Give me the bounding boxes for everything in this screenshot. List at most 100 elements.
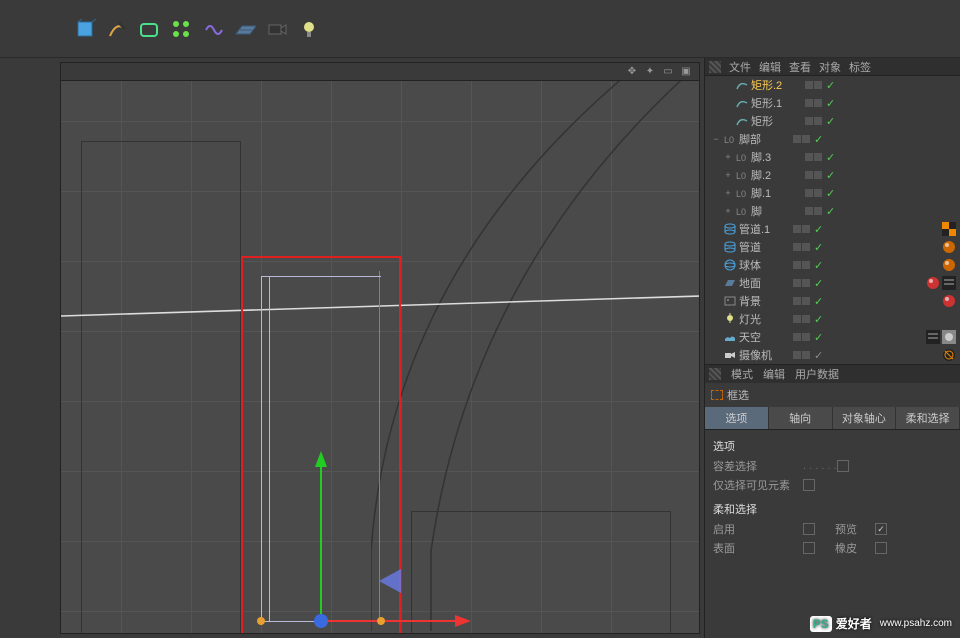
surface-checkbox[interactable] <box>803 542 815 554</box>
enable-check-icon[interactable]: ✓ <box>826 169 835 182</box>
obj-menu-edit[interactable]: 编辑 <box>759 59 781 75</box>
visibility-dots[interactable] <box>793 243 810 251</box>
vh-move-icon[interactable]: ✥ <box>625 65 639 79</box>
visibility-dots[interactable] <box>793 135 810 143</box>
enable-check-icon[interactable]: ✓ <box>826 115 835 128</box>
object-row[interactable]: 地面 ✓ <box>705 274 960 292</box>
object-row[interactable]: 天空 ✓ <box>705 328 960 346</box>
preview-checkbox[interactable]: ✓ <box>875 523 887 535</box>
visibility-dots[interactable] <box>805 171 822 179</box>
object-list[interactable]: 矩形.2 ✓ 矩形.1 ✓ 矩形 ✓ − L0 脚部 ✓ + L0 脚.3 ✓ … <box>705 76 960 364</box>
visibility-dots[interactable] <box>793 351 810 359</box>
object-tag[interactable] <box>942 330 956 344</box>
object-row[interactable]: 球体 ✓ <box>705 256 960 274</box>
enable-checkbox[interactable] <box>803 523 815 535</box>
enable-check-icon[interactable]: ✓ <box>814 295 823 308</box>
tool-floor[interactable] <box>230 14 260 44</box>
tool-nurbs[interactable] <box>134 14 164 44</box>
rubber-checkbox[interactable] <box>875 542 887 554</box>
viewport-header: ✥ ✦ ▭ ▣ <box>61 63 699 81</box>
object-tag[interactable] <box>942 240 956 254</box>
visibility-dots[interactable] <box>805 117 822 125</box>
enable-check-icon[interactable]: ✓ <box>826 79 835 92</box>
visibility-dots[interactable] <box>805 99 822 107</box>
attr-menu-edit[interactable]: 编辑 <box>763 366 785 382</box>
tolerance-checkbox[interactable] <box>837 460 849 472</box>
expand-toggle[interactable]: − <box>711 134 721 144</box>
enable-check-icon[interactable]: ✓ <box>814 349 823 362</box>
object-row[interactable]: 矩形.1 ✓ <box>705 94 960 112</box>
object-tag[interactable] <box>926 276 940 290</box>
object-type-icon <box>735 114 749 128</box>
visible-checkbox[interactable] <box>803 479 815 491</box>
surface-label: 表面 <box>713 540 803 556</box>
attr-tab[interactable]: 柔和选择 <box>896 407 960 429</box>
tool-cube[interactable] <box>70 14 100 44</box>
object-tag[interactable] <box>926 330 940 344</box>
visibility-dots[interactable] <box>793 261 810 269</box>
viewport[interactable] <box>61 81 699 633</box>
obj-menu-file[interactable]: 文件 <box>729 59 751 75</box>
enable-check-icon[interactable]: ✓ <box>814 241 823 254</box>
visibility-dots[interactable] <box>793 333 810 341</box>
tool-array[interactable] <box>166 14 196 44</box>
main-toolbar <box>0 0 960 58</box>
expand-toggle[interactable]: + <box>723 152 733 162</box>
visibility-dots[interactable] <box>805 81 822 89</box>
tool-light[interactable] <box>294 14 324 44</box>
visibility-dots[interactable] <box>793 297 810 305</box>
axis-gizmo[interactable] <box>311 441 471 633</box>
object-tag[interactable] <box>942 276 956 290</box>
attr-tab[interactable]: 选项 <box>705 407 769 429</box>
object-row[interactable]: 摄像机 ✓ <box>705 346 960 364</box>
expand-toggle[interactable]: + <box>723 170 733 180</box>
enable-check-icon[interactable]: ✓ <box>814 277 823 290</box>
enable-check-icon[interactable]: ✓ <box>826 151 835 164</box>
tool-deformer[interactable] <box>198 14 228 44</box>
enable-check-icon[interactable]: ✓ <box>814 133 823 146</box>
visibility-dots[interactable] <box>805 207 822 215</box>
object-row[interactable]: 背景 ✓ <box>705 292 960 310</box>
object-tag[interactable] <box>942 258 956 272</box>
object-row[interactable]: 矩形.2 ✓ <box>705 76 960 94</box>
enable-check-icon[interactable]: ✓ <box>814 313 823 326</box>
attr-menu-user[interactable]: 用户数据 <box>795 366 839 382</box>
obj-menu-object[interactable]: 对象 <box>819 59 841 75</box>
vh-cross-icon[interactable]: ✦ <box>643 65 657 79</box>
obj-menu-tags[interactable]: 标签 <box>849 59 871 75</box>
object-row[interactable]: + L0 脚 ✓ <box>705 202 960 220</box>
enable-check-icon[interactable]: ✓ <box>814 259 823 272</box>
enable-check-icon[interactable]: ✓ <box>826 187 835 200</box>
object-type-icon <box>723 348 737 362</box>
attr-menu-mode[interactable]: 模式 <box>731 366 753 382</box>
vh-max-icon[interactable]: ▣ <box>679 65 693 79</box>
object-tag[interactable] <box>942 348 956 362</box>
object-row[interactable]: 管道 ✓ <box>705 238 960 256</box>
object-tag[interactable] <box>942 222 956 236</box>
attr-tab[interactable]: 轴向 <box>769 407 833 429</box>
object-row[interactable]: − L0 脚部 ✓ <box>705 130 960 148</box>
enable-check-icon[interactable]: ✓ <box>826 205 835 218</box>
vh-rect-icon[interactable]: ▭ <box>661 65 675 79</box>
object-row[interactable]: + L0 脚.2 ✓ <box>705 166 960 184</box>
enable-check-icon[interactable]: ✓ <box>814 223 823 236</box>
visibility-dots[interactable] <box>793 225 810 233</box>
enable-check-icon[interactable]: ✓ <box>814 331 823 344</box>
visibility-dots[interactable] <box>805 153 822 161</box>
object-row[interactable]: + L0 脚.1 ✓ <box>705 184 960 202</box>
expand-toggle[interactable]: + <box>723 206 733 216</box>
object-tag[interactable] <box>942 294 956 308</box>
visibility-dots[interactable] <box>793 279 810 287</box>
attr-tab[interactable]: 对象轴心 <box>833 407 897 429</box>
object-row[interactable]: 灯光 ✓ <box>705 310 960 328</box>
enable-check-icon[interactable]: ✓ <box>826 97 835 110</box>
tool-pen[interactable] <box>102 14 132 44</box>
visibility-dots[interactable] <box>793 315 810 323</box>
object-row[interactable]: + L0 脚.3 ✓ <box>705 148 960 166</box>
object-row[interactable]: 矩形 ✓ <box>705 112 960 130</box>
expand-toggle[interactable]: + <box>723 188 733 198</box>
visibility-dots[interactable] <box>805 189 822 197</box>
object-row[interactable]: 管道.1 ✓ <box>705 220 960 238</box>
tool-camera[interactable] <box>262 14 292 44</box>
obj-menu-view[interactable]: 查看 <box>789 59 811 75</box>
